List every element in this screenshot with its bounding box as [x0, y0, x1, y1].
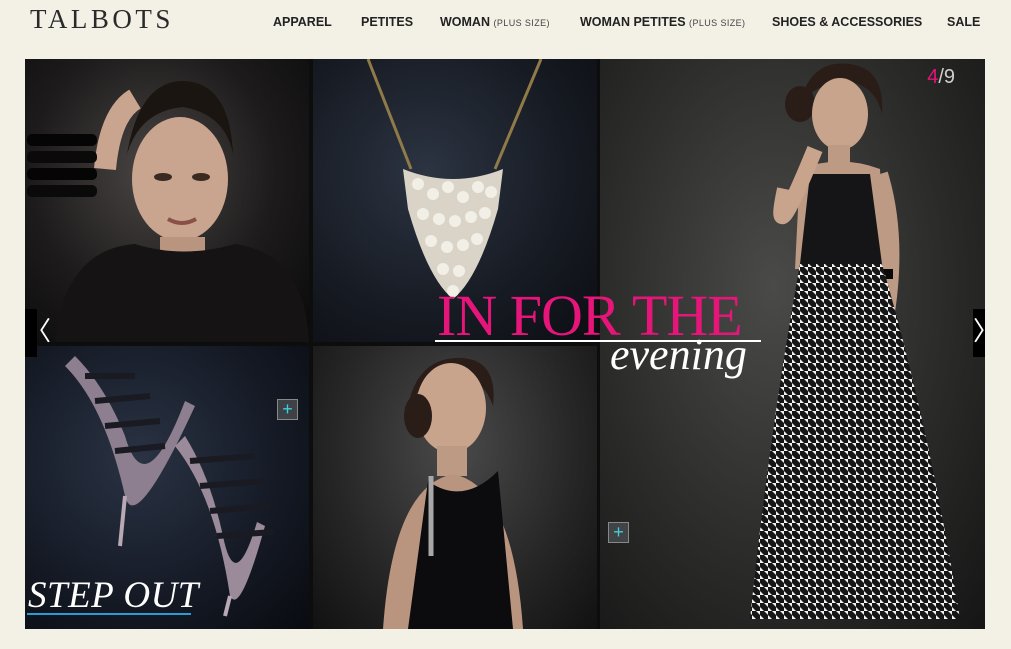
- main-nav: APPAREL PETITES WOMAN (PLUS SIZE) WOMAN …: [0, 15, 1011, 35]
- slide-total: 9: [943, 66, 955, 88]
- portrait-image: [27, 80, 309, 342]
- black-dress-image: [383, 357, 523, 629]
- nav-item-woman-petites-label: WOMAN PETITES: [580, 15, 686, 29]
- nav-item-woman[interactable]: WOMAN (PLUS SIZE): [440, 15, 550, 29]
- nav-item-shoes-accessories[interactable]: SHOES & ACCESSORIES: [772, 15, 922, 29]
- headline-subtitle[interactable]: evening: [610, 333, 747, 377]
- nav-item-apparel[interactable]: APPAREL: [273, 15, 332, 29]
- nav-item-woman-sublabel: (PLUS SIZE): [493, 18, 550, 28]
- shoes-plus-icon[interactable]: +: [277, 399, 298, 420]
- nav-item-petites[interactable]: PETITES: [361, 15, 413, 29]
- hero-slideshow: 4/9 IN FOR THE evening STEP OUT + + 〈 〉: [25, 59, 985, 629]
- chevron-left-icon[interactable]: 〈: [25, 309, 51, 357]
- slide-counter: 4/9: [927, 66, 955, 89]
- nav-item-woman-label: WOMAN: [440, 15, 490, 29]
- skirt-plus-icon[interactable]: +: [608, 522, 629, 543]
- black-dress-panel[interactable]: [313, 346, 597, 629]
- slide-current: 4: [927, 66, 939, 88]
- step-out-underline: [27, 613, 191, 615]
- nav-item-sale[interactable]: SALE: [947, 15, 980, 29]
- nav-item-woman-petites[interactable]: WOMAN PETITES (PLUS SIZE): [580, 15, 745, 29]
- step-out-label[interactable]: STEP OUT: [28, 577, 199, 614]
- nav-item-woman-petites-sublabel: (PLUS SIZE): [689, 18, 746, 28]
- chevron-right-icon[interactable]: 〉: [973, 309, 985, 357]
- portrait-panel[interactable]: [25, 59, 309, 342]
